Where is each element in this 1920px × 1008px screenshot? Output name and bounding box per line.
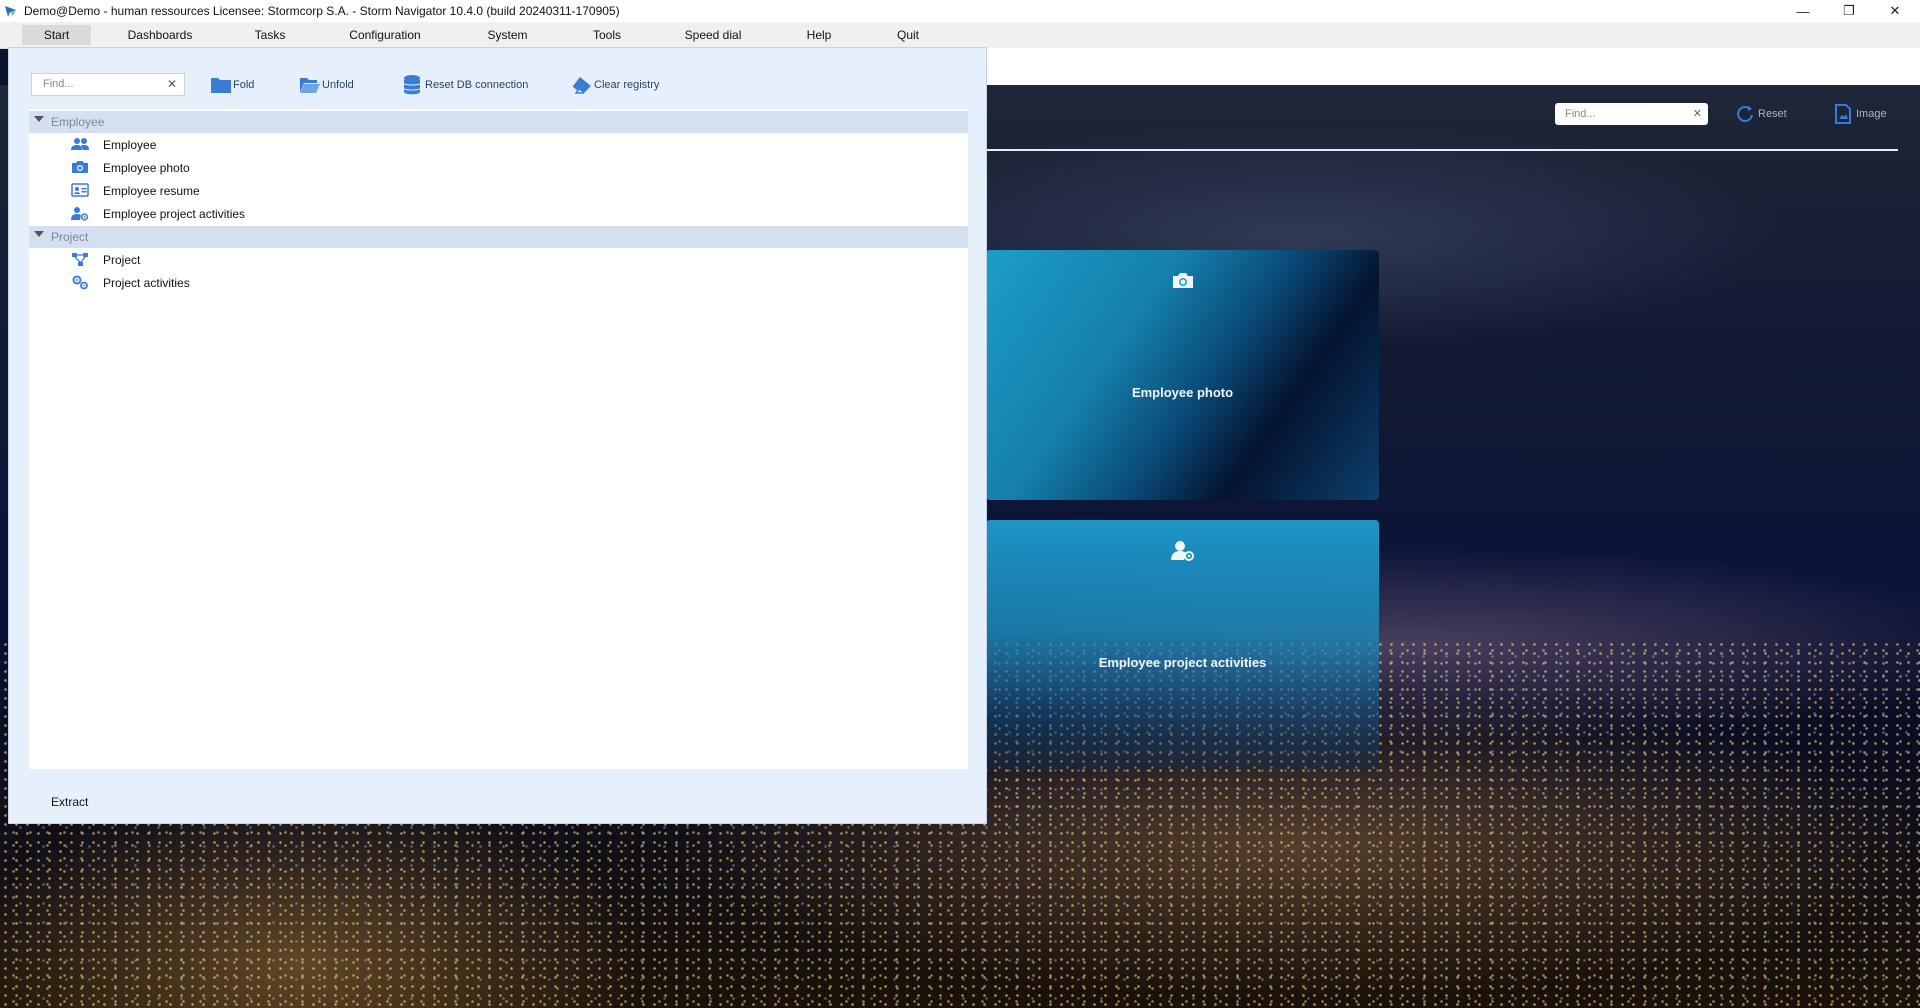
menu-configuration[interactable]: Configuration bbox=[340, 25, 430, 45]
database-icon bbox=[404, 75, 420, 95]
tree-item-label: Employee resume bbox=[103, 184, 200, 198]
clear-search-icon[interactable]: ✕ bbox=[1693, 103, 1702, 125]
tree-group-project[interactable]: Project bbox=[29, 226, 968, 248]
user-gear-icon bbox=[71, 207, 89, 221]
menu-dashboards[interactable]: Dashboards bbox=[120, 25, 200, 45]
tree-item-label: Employee bbox=[103, 138, 157, 152]
menu-tools[interactable]: Tools bbox=[583, 25, 631, 45]
folder-icon bbox=[211, 78, 231, 93]
reset-db-connection-button[interactable]: Reset DB connection bbox=[402, 74, 528, 96]
tree-item-label: Project bbox=[103, 253, 141, 267]
gears-icon bbox=[72, 275, 88, 290]
unfold-button[interactable]: Unfold bbox=[299, 74, 354, 96]
reset-db-label: Reset DB connection bbox=[425, 79, 529, 91]
tree-group-label: Employee bbox=[51, 115, 105, 129]
dashboard-search-input[interactable]: Find... ✕ bbox=[1555, 103, 1708, 125]
folder-open-icon bbox=[300, 78, 320, 93]
close-icon: ✕ bbox=[1889, 3, 1901, 18]
close-button[interactable]: ✕ bbox=[1872, 0, 1918, 22]
eraser-icon bbox=[572, 77, 591, 94]
refresh-icon bbox=[1737, 106, 1753, 122]
menu-bar: Start Dashboards Tasks Configuration Sys… bbox=[0, 22, 1920, 49]
tree-item-label: Employee photo bbox=[103, 161, 190, 175]
dashboard-header-strip bbox=[987, 48, 1920, 85]
clear-registry-label: Clear registry bbox=[594, 79, 660, 91]
users-icon bbox=[71, 138, 89, 150]
extract-button[interactable]: Extract bbox=[51, 795, 88, 809]
dashboard-reset-label: Reset bbox=[1758, 108, 1787, 120]
navigation-tree: Employee Employee Employee photo Employe… bbox=[29, 109, 968, 769]
maximize-button[interactable]: ❐ bbox=[1826, 0, 1872, 22]
dashboard-search-placeholder: Find... bbox=[1565, 108, 1596, 120]
menu-start[interactable]: Start bbox=[22, 25, 91, 45]
tree-item-label: Project activities bbox=[103, 276, 190, 290]
id-card-icon bbox=[71, 183, 89, 197]
tree-search-placeholder: Find... bbox=[43, 78, 74, 90]
user-gear-icon bbox=[1170, 541, 1194, 561]
expand-caret-icon[interactable] bbox=[34, 116, 44, 122]
camera-icon bbox=[72, 161, 88, 173]
fold-button[interactable]: Fold bbox=[210, 74, 254, 96]
menu-tasks[interactable]: Tasks bbox=[245, 25, 295, 45]
app-logo-icon bbox=[5, 6, 16, 17]
restore-icon: ❐ bbox=[1843, 3, 1855, 18]
menu-speed-dial[interactable]: Speed dial bbox=[678, 25, 748, 45]
dashboard-tile-employee-project-activities[interactable]: Employee project activities bbox=[986, 520, 1379, 770]
dashboard-divider bbox=[987, 149, 1898, 151]
dashboard-tile-employee-photo[interactable]: Employee photo bbox=[986, 250, 1379, 500]
title-bar: Demo@Demo - human ressources Licensee: S… bbox=[0, 0, 1920, 22]
tree-item-employee-photo[interactable]: Employee photo bbox=[29, 157, 968, 179]
menu-help[interactable]: Help bbox=[798, 25, 840, 45]
minimize-button[interactable]: — bbox=[1780, 0, 1826, 22]
fold-label: Fold bbox=[233, 79, 255, 91]
tree-search-input[interactable]: Find... ✕ bbox=[31, 73, 185, 96]
menu-system[interactable]: System bbox=[480, 25, 535, 45]
minimize-icon: — bbox=[1796, 3, 1810, 19]
dashboard-reset-button[interactable]: Reset bbox=[1735, 104, 1787, 124]
tree-item-employee-project-activities[interactable]: Employee project activities bbox=[29, 203, 968, 225]
tree-group-label: Project bbox=[51, 230, 89, 244]
expand-caret-icon[interactable] bbox=[34, 231, 44, 237]
start-menu-panel: Find... ✕ Fold Unfold Reset DB connectio… bbox=[8, 47, 987, 824]
dashboard-image-button[interactable]: Image bbox=[1834, 104, 1887, 124]
tree-item-label: Employee project activities bbox=[103, 207, 246, 221]
unfold-label: Unfold bbox=[322, 79, 354, 91]
camera-icon bbox=[1172, 273, 1193, 288]
image-file-icon bbox=[1835, 104, 1851, 124]
tree-group-employee[interactable]: Employee bbox=[29, 111, 968, 133]
tile-label: Employee project activities bbox=[1098, 655, 1267, 670]
menu-quit[interactable]: Quit bbox=[888, 25, 928, 45]
clear-search-icon[interactable]: ✕ bbox=[167, 74, 177, 95]
tile-label: Employee photo bbox=[1131, 385, 1234, 400]
window-title: Demo@Demo - human ressources Licensee: S… bbox=[24, 4, 620, 18]
tree-item-project-activities[interactable]: Project activities bbox=[29, 272, 968, 294]
tree-item-project[interactable]: Project bbox=[29, 249, 968, 271]
dashboard-image-label: Image bbox=[1856, 108, 1887, 120]
tree-item-employee[interactable]: Employee bbox=[29, 134, 968, 156]
clear-registry-button[interactable]: Clear registry bbox=[571, 74, 659, 96]
tree-item-employee-resume[interactable]: Employee resume bbox=[29, 180, 968, 202]
diagram-icon bbox=[72, 253, 88, 266]
